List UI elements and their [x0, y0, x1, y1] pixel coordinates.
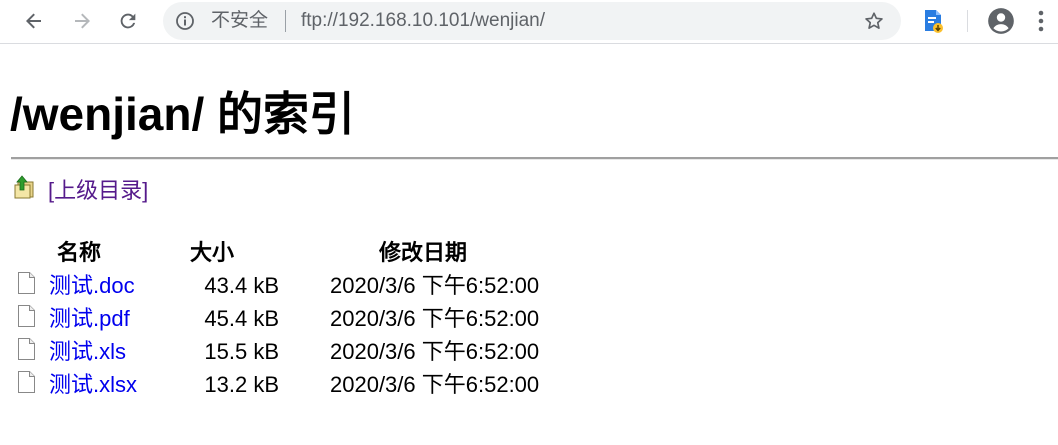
browser-menu-button[interactable]: [1025, 5, 1057, 37]
file-link[interactable]: 测试.xlsx: [49, 372, 137, 398]
back-arrow-icon: [26, 13, 41, 29]
account-circle-icon: [988, 8, 1014, 34]
up-folder-icon[interactable]: [13, 175, 35, 204]
file-icon: [17, 337, 37, 366]
forward-arrow-icon: [75, 13, 90, 29]
file-row: 测试.pdf 45.4 kB 2020/3/6 下午6:52:00: [0, 304, 700, 337]
title-divider: [11, 157, 1058, 160]
back-button[interactable]: [19, 6, 49, 36]
file-icon: [17, 304, 37, 333]
file-row: 测试.xlsx 13.2 kB 2020/3/6 下午6:52:00: [0, 370, 700, 403]
file-size: 45.4 kB: [204, 306, 279, 331]
forward-button[interactable]: [67, 6, 97, 36]
profile-button[interactable]: [985, 5, 1017, 37]
vertical-dots-icon: [1038, 10, 1044, 32]
reload-icon: [120, 13, 136, 29]
column-header-name[interactable]: 名称: [57, 240, 101, 266]
address-bar[interactable]: 不安全 ftp://192.168.10.101/wenjian/: [163, 2, 901, 40]
file-link[interactable]: 测试.doc: [49, 273, 135, 299]
url-text[interactable]: ftp://192.168.10.101/wenjian/: [301, 10, 545, 32]
column-header-modified[interactable]: 修改日期: [379, 240, 467, 266]
security-label[interactable]: 不安全: [211, 10, 268, 32]
document-download-extension-icon: [925, 10, 943, 33]
file-modified-date: 2020/3/6 下午6:52:00: [330, 339, 540, 364]
info-icon[interactable]: [175, 11, 195, 36]
omnibox-separator: [285, 10, 286, 32]
file-modified-date: 2020/3/6 下午6:52:00: [330, 273, 540, 298]
file-link[interactable]: 测试.pdf: [49, 306, 130, 332]
reload-button[interactable]: [113, 6, 143, 36]
file-size: 43.4 kB: [204, 273, 279, 298]
file-modified-date: 2020/3/6 下午6:52:00: [330, 372, 540, 397]
file-row: 测试.doc 43.4 kB 2020/3/6 下午6:52:00: [0, 271, 700, 304]
star-icon[interactable]: [863, 10, 885, 37]
extension-button[interactable]: [918, 6, 950, 38]
file-row: 测试.xls 15.5 kB 2020/3/6 下午6:52:00: [0, 337, 700, 370]
file-icon: [17, 370, 37, 399]
toolbar-divider: [967, 10, 968, 32]
file-modified-date: 2020/3/6 下午6:52:00: [330, 306, 540, 331]
file-icon: [17, 271, 37, 300]
file-size: 15.5 kB: [204, 339, 279, 364]
browser-toolbar: 不安全 ftp://192.168.10.101/wenjian/: [0, 0, 1058, 44]
page-title: /wenjian/ 的索引: [10, 88, 356, 140]
column-header-size[interactable]: 大小: [190, 240, 234, 266]
file-link[interactable]: 测试.xls: [49, 339, 126, 365]
parent-directory-link[interactable]: [上级目录]: [48, 178, 148, 204]
file-size: 13.2 kB: [204, 372, 279, 397]
